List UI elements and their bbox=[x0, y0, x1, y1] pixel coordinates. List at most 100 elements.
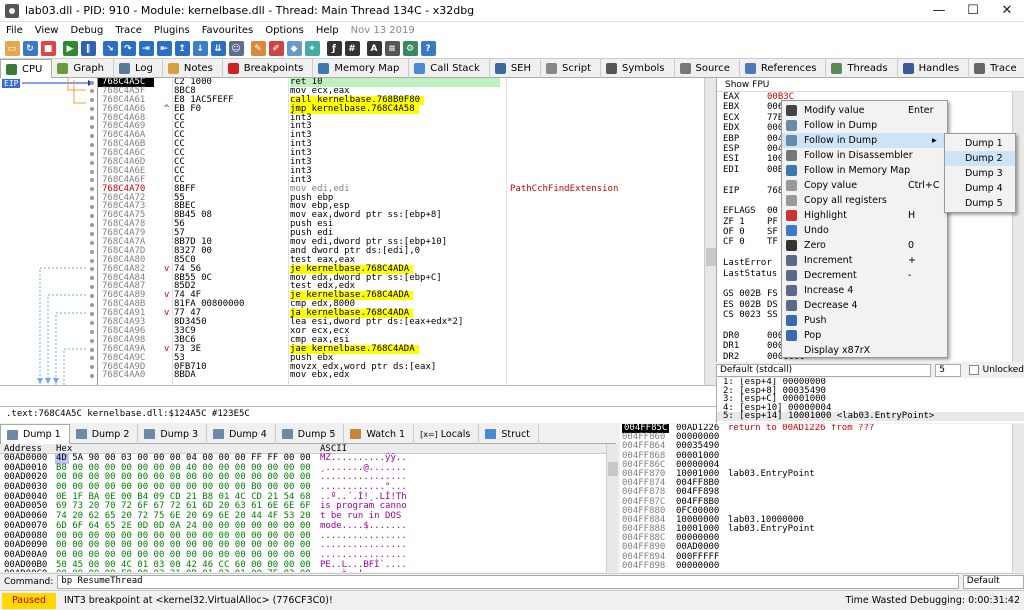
submenu-item-dump-4[interactable]: Dump 4 bbox=[945, 181, 1015, 196]
breakpoint-dot[interactable] bbox=[90, 249, 94, 254]
register-value[interactable]: SS bbox=[767, 310, 778, 320]
dump-tab-dump-5[interactable]: Dump 5 bbox=[276, 424, 345, 444]
dump-scrollbar[interactable] bbox=[606, 444, 618, 572]
minimize-button[interactable]: — bbox=[922, 0, 956, 22]
calculator-icon[interactable]: ≡ bbox=[384, 41, 400, 56]
disasm-row[interactable]: 768C4A6C CC int3 bbox=[98, 149, 704, 158]
breakpoint-dot[interactable] bbox=[90, 258, 94, 263]
dump-hex[interactable]: 00 00 00 00 E0 00 02 21 0B 01 03 01 00 7… bbox=[56, 570, 311, 572]
stack-scrollbar[interactable] bbox=[1012, 424, 1024, 572]
breakpoint-dot[interactable] bbox=[90, 142, 94, 147]
ctx-item-increase-4[interactable]: Increase 4 bbox=[782, 283, 947, 298]
dump-tab-dump-4[interactable]: Dump 4 bbox=[207, 424, 276, 444]
disasm-row[interactable]: 768C4A6D CC int3 bbox=[98, 158, 704, 167]
menu-view[interactable]: View bbox=[29, 25, 65, 36]
submenu-item-dump-2[interactable]: Dump 2 bbox=[945, 151, 1015, 166]
tab-cpu[interactable]: CPU bbox=[0, 59, 53, 78]
tab-memory-map[interactable]: Memory Map bbox=[313, 59, 410, 78]
disassembly-scrollbar[interactable] bbox=[704, 78, 716, 385]
run-to-user-icon[interactable]: ↓ bbox=[192, 41, 208, 56]
ctx-item-follow-in-disassembler[interactable]: Follow in Disassembler bbox=[782, 148, 947, 163]
disasm-row[interactable]: 768C4A68 CC int3 bbox=[98, 113, 704, 123]
disasm-row[interactable]: 768C4A6E CC int3 bbox=[98, 166, 704, 176]
step-over-icon[interactable]: ↷ bbox=[120, 41, 136, 56]
tab-call-stack[interactable]: Call Stack bbox=[409, 59, 490, 78]
disasm-row[interactable]: 768C4A9A v 73 3E jae kernelbase.768C4ADA bbox=[98, 344, 704, 354]
stack-row[interactable]: 004FF898 00000000 bbox=[620, 561, 1024, 571]
breakpoint-dot[interactable] bbox=[90, 240, 94, 245]
breakpoint-dot[interactable] bbox=[90, 160, 94, 165]
menu-options[interactable]: Options bbox=[259, 25, 310, 36]
ctx-item-zero[interactable]: Zero 0 bbox=[782, 238, 947, 253]
dump-tab-dump-1[interactable]: Dump 1 bbox=[0, 424, 70, 444]
close-button[interactable]: ✕ bbox=[990, 0, 1024, 22]
tab-source[interactable]: Source bbox=[675, 59, 740, 78]
dump-tab-struct[interactable]: Struct bbox=[479, 424, 539, 444]
breakpoint-dot[interactable] bbox=[90, 214, 94, 218]
run-icon[interactable]: ▶ bbox=[62, 41, 78, 56]
disasm-row[interactable]: 768C4A69 CC int3 bbox=[98, 122, 704, 131]
disassembly-view[interactable]: 768C4A5C C2 1000 ret 10 768C4A5F 8BC8 mov ecx… bbox=[98, 78, 704, 385]
disasm-row[interactable]: 768C4A66 ^ EB F0 jmp kernelbase.768C4A58 bbox=[98, 104, 704, 114]
disasm-row[interactable]: 768C4A6B CC int3 bbox=[98, 140, 704, 149]
menu-plugins[interactable]: Plugins bbox=[148, 25, 196, 36]
ctx-item-follow-in-dump[interactable]: Follow in Dump bbox=[782, 118, 947, 133]
menu-help[interactable]: Help bbox=[310, 25, 345, 36]
breakpoint-dot[interactable] bbox=[90, 231, 94, 236]
restart-icon[interactable]: ↻ bbox=[22, 41, 38, 56]
maximize-button[interactable]: ☐ bbox=[956, 0, 990, 22]
tab-threads[interactable]: Threads bbox=[826, 59, 898, 78]
menu-trace[interactable]: Trace bbox=[109, 25, 148, 36]
tab-script[interactable]: Script bbox=[541, 59, 602, 78]
tab-breakpoints[interactable]: Breakpoints bbox=[223, 59, 314, 78]
menu-debug[interactable]: Debug bbox=[64, 25, 109, 36]
ctx-item-copy-value[interactable]: Copy value Ctrl+C bbox=[782, 178, 947, 193]
register-value[interactable]: DS bbox=[767, 300, 778, 310]
submenu-item-dump-1[interactable]: Dump 1 bbox=[945, 136, 1015, 151]
ctx-item-increment[interactable]: Increment + bbox=[782, 253, 947, 268]
tab-log[interactable]: Log bbox=[114, 59, 163, 78]
register-value[interactable]: FS bbox=[767, 289, 778, 299]
arg-count-spinner[interactable]: 5 bbox=[935, 363, 961, 377]
disasm-row[interactable]: 768C4A75 8B45 08 mov eax,dword ptr ss:[ebp… bbox=[98, 211, 704, 220]
ctx-item-decrement[interactable]: Decrement - bbox=[782, 268, 947, 283]
close-file-icon[interactable]: ■ bbox=[40, 41, 56, 56]
submenu-item-dump-5[interactable]: Dump 5 bbox=[945, 196, 1015, 211]
hex-dump-view[interactable]: Address Hex ASCII 00AD0000 4D 5A 90 00 03… bbox=[0, 444, 606, 572]
register-value[interactable]: 00 bbox=[767, 206, 778, 216]
arguments-list[interactable]: 1: [esp+4] 00000000 2: [esp+8] 00035490 3:… bbox=[716, 378, 1024, 423]
dump-tab-locals[interactable]: [x=] Locals bbox=[414, 424, 480, 444]
tab-handles[interactable]: Handles bbox=[898, 59, 970, 78]
hash-icon[interactable]: # bbox=[344, 41, 360, 56]
animate-icon[interactable]: ⇊ bbox=[210, 41, 226, 56]
tab-notes[interactable]: Notes bbox=[163, 59, 223, 78]
dump-ascii[interactable]: ....à..!.....~.. bbox=[320, 570, 407, 572]
ctx-item-undo[interactable]: Undo bbox=[782, 223, 947, 238]
ctx-item-modify-value[interactable]: Modify value Enter bbox=[782, 103, 947, 118]
stack-view[interactable]: 004FF85C 00AD1226 return to 00AD1226 from … bbox=[620, 424, 1024, 572]
argument-row[interactable]: 5: [esp+14] 10001000 <lab03.EntryPoint> bbox=[717, 412, 1024, 421]
step-into-icon[interactable]: ↘ bbox=[102, 41, 118, 56]
comment-icon[interactable]: ✐ bbox=[268, 41, 284, 56]
execute-till-return-icon[interactable]: ↥ bbox=[174, 41, 190, 56]
patch-icon[interactable]: ✎ bbox=[250, 41, 266, 56]
show-fpu-label[interactable]: Show FPU bbox=[717, 78, 1024, 92]
open-icon[interactable]: ▭ bbox=[4, 41, 20, 56]
breakpoint-dot[interactable] bbox=[90, 338, 94, 343]
command-mode-select[interactable]: Default bbox=[962, 574, 1024, 589]
menu-file[interactable]: File bbox=[0, 25, 29, 36]
breakpoint-dot[interactable] bbox=[90, 329, 94, 334]
tab-symbols[interactable]: Symbols bbox=[601, 59, 675, 78]
breakpoint-dot[interactable] bbox=[90, 222, 94, 227]
dump-row[interactable]: 00AD00C0 00 00 00 00 E0 00 02 21 0B 01 03… bbox=[0, 570, 606, 572]
breakpoint-dot[interactable] bbox=[90, 347, 94, 352]
trace-over-icon[interactable]: ⇤ bbox=[156, 41, 172, 56]
ctx-item-follow-in-memory-map[interactable]: Follow in Memory Map bbox=[782, 163, 947, 178]
ctx-item-copy-all-registers[interactable]: Copy all registers bbox=[782, 193, 947, 208]
trace-into-icon[interactable]: ⇥ bbox=[138, 41, 154, 56]
tab-graph[interactable]: Graph bbox=[52, 59, 115, 78]
breakpoint-dot[interactable] bbox=[90, 311, 94, 316]
dump-tab-dump-3[interactable]: Dump 3 bbox=[138, 424, 208, 444]
calling-convention-select[interactable]: Default (stdcall) bbox=[716, 363, 932, 377]
unlocked-checkbox[interactable] bbox=[968, 365, 979, 375]
